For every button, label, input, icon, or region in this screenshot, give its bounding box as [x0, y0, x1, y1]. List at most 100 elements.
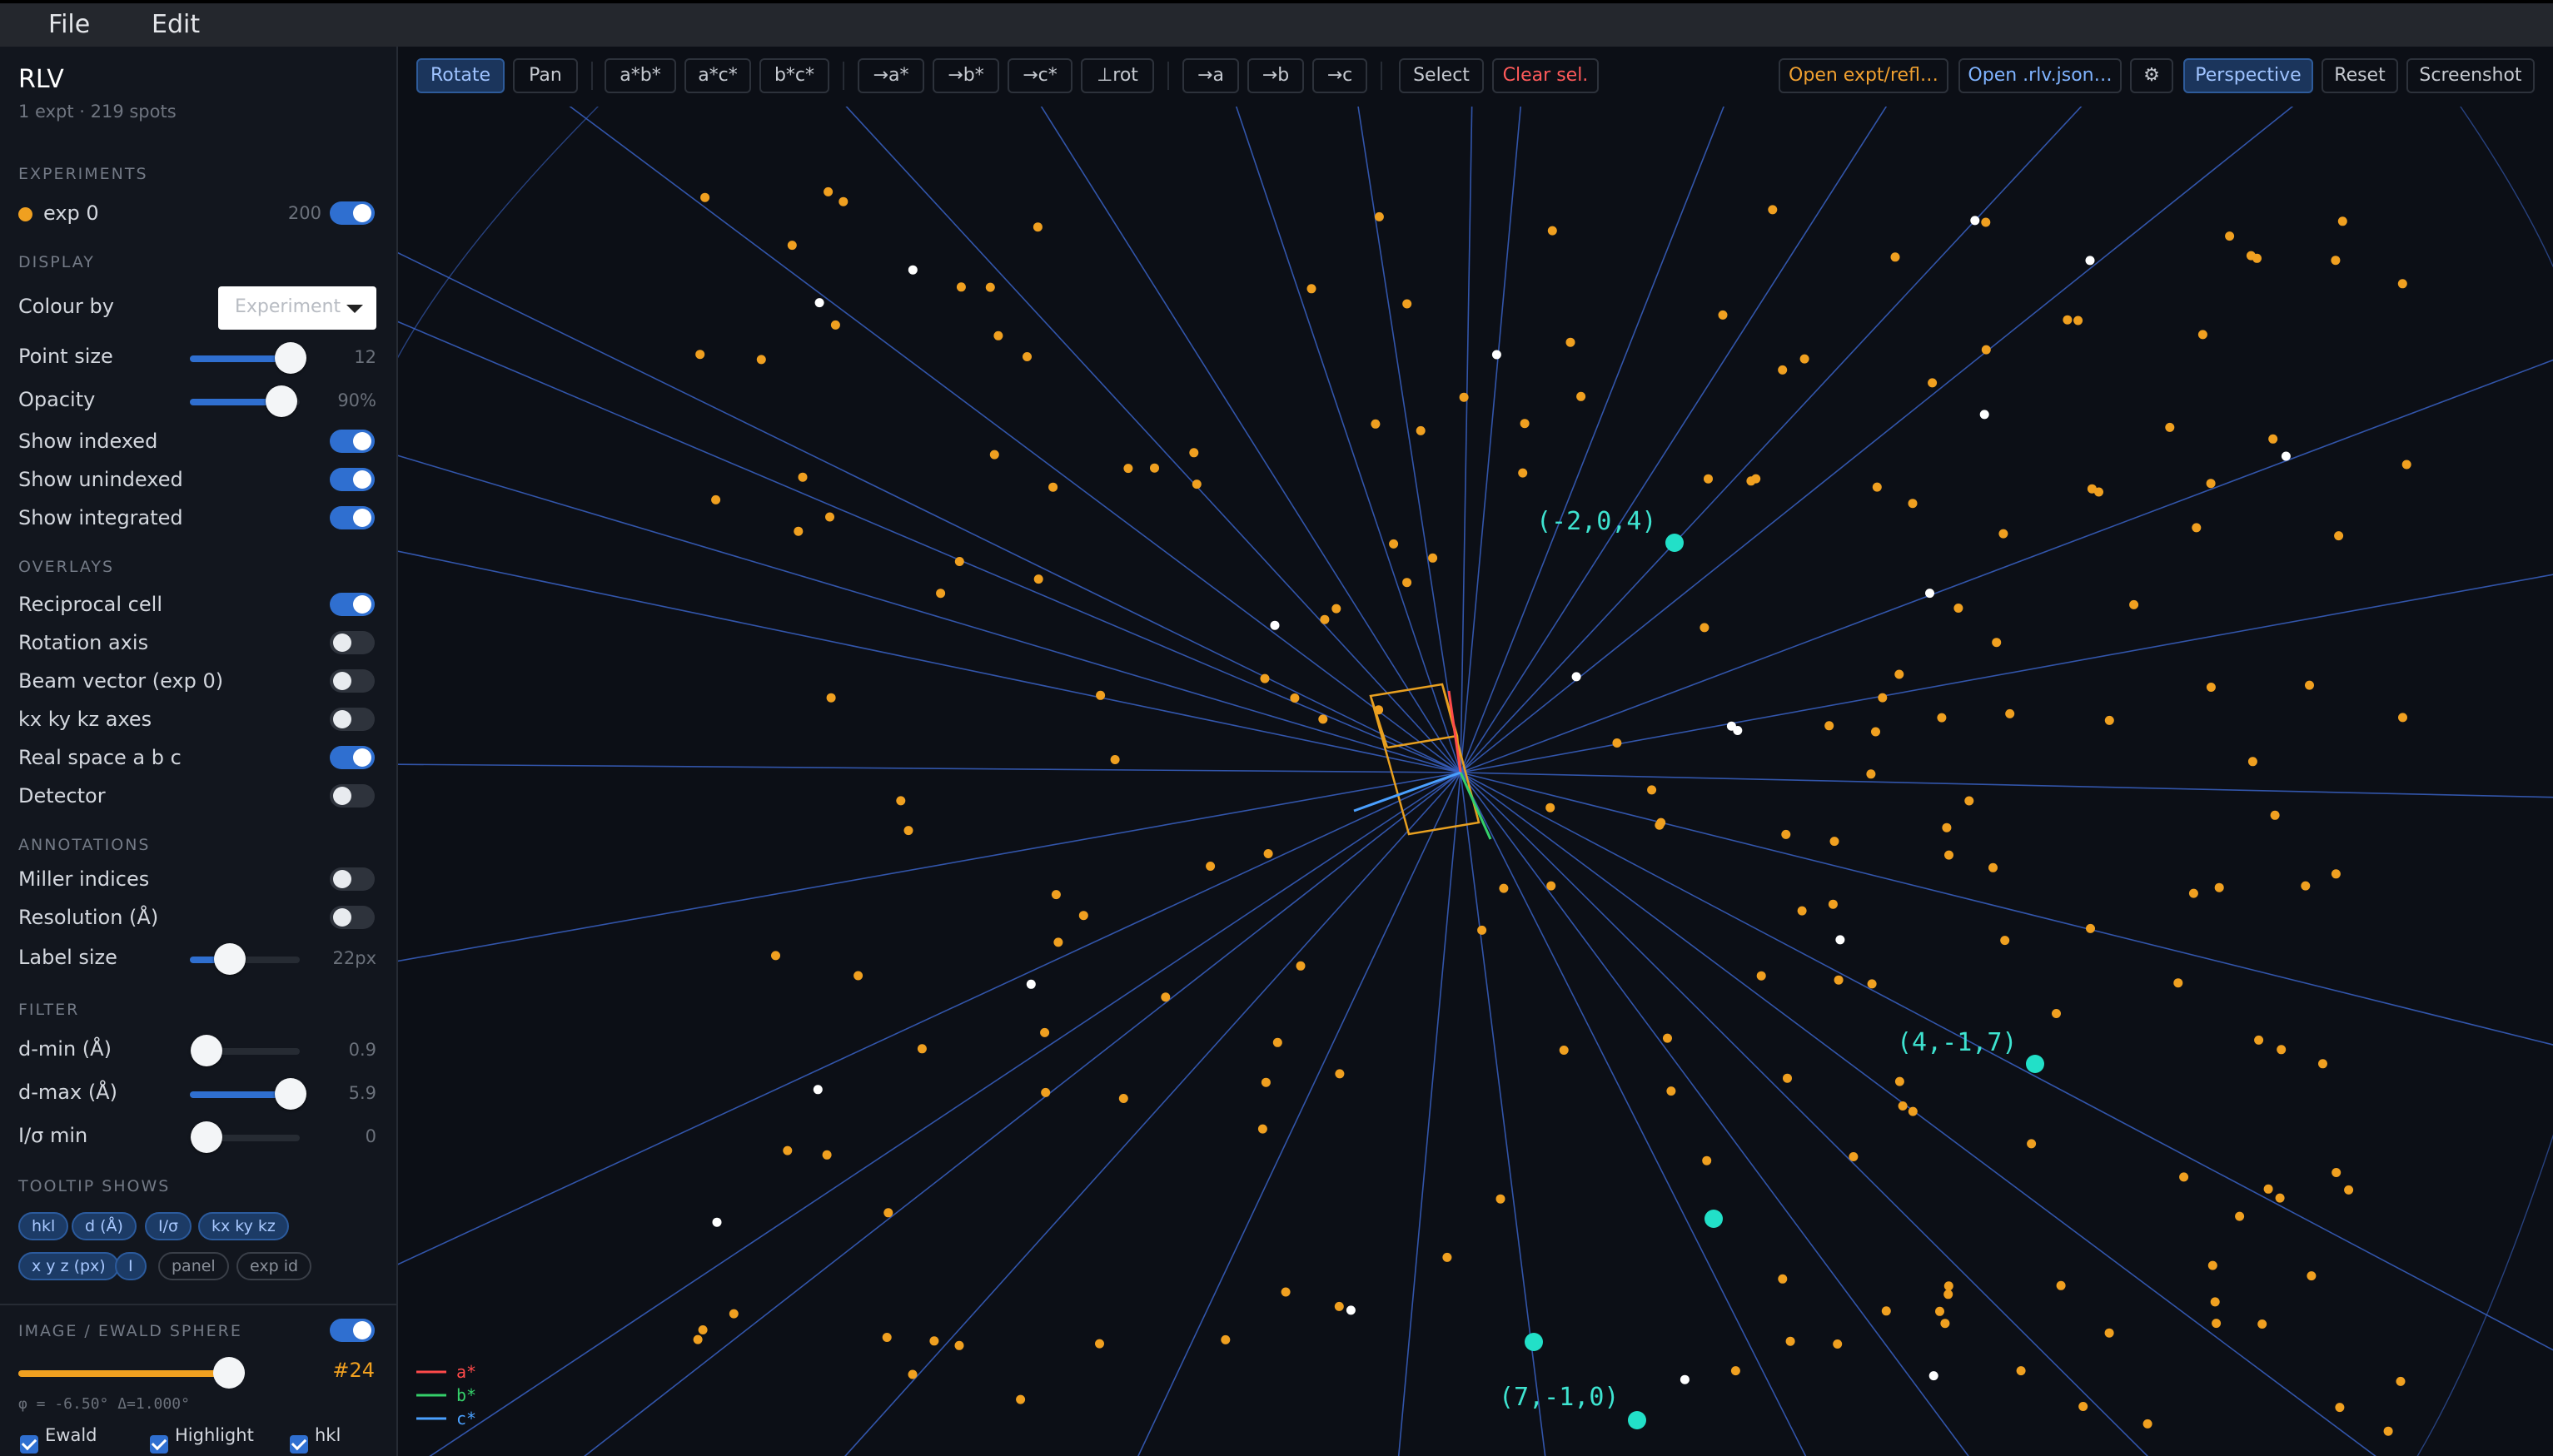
indexed-spot [1335, 1069, 1345, 1079]
detector-toggle[interactable] [330, 784, 375, 808]
slider-thumb[interactable] [191, 1035, 222, 1066]
view-bc-star-button[interactable]: b*c* [759, 58, 829, 93]
indexed-spot [2275, 1193, 2285, 1203]
reciprocal-lattice-viewport[interactable]: (-2,0,4) (4,-1,7) (7,-1,0) a* b* c* [398, 107, 2553, 1456]
reset-button[interactable]: Reset [2322, 58, 2398, 93]
d-min-value: 0.9 [348, 1040, 376, 1060]
colour-by-select[interactable]: Experiment [218, 286, 376, 330]
along-b-star-button[interactable]: →b* [933, 58, 999, 93]
show-unindexed-toggle[interactable] [330, 468, 375, 491]
indexed-spot [989, 450, 999, 460]
miller-indices-toggle[interactable] [330, 867, 375, 891]
lattice-ray [845, 107, 1461, 773]
highlight-checkbox[interactable] [150, 1435, 168, 1454]
tooltip-chip-exp-id[interactable]: exp id [236, 1252, 312, 1280]
slider-thumb[interactable] [266, 385, 297, 417]
indexed-spot [1756, 971, 1766, 981]
screenshot-button[interactable]: Screenshot [2406, 58, 2535, 93]
slider-thumb[interactable] [275, 1078, 306, 1110]
tooltip-chip-hkl[interactable]: hkl [18, 1212, 69, 1240]
open-rlv-json-button[interactable]: Open .rlv.json… [1958, 58, 2122, 93]
image-slider[interactable] [18, 1357, 245, 1389]
indexed-spot [2305, 680, 2314, 690]
settings-button[interactable]: ⚙ [2130, 58, 2173, 93]
resolution-toggle[interactable] [330, 906, 375, 929]
indexed-spot [771, 951, 780, 961]
along-a-star-button[interactable]: →a* [858, 58, 924, 93]
along-c-star-button[interactable]: →c* [1008, 58, 1072, 93]
indexed-spot [1778, 1274, 1788, 1284]
indexed-spot [1663, 1033, 1672, 1043]
opacity-slider[interactable] [190, 385, 300, 417]
hkl-checkbox[interactable] [290, 1435, 308, 1454]
ewald-arcs [398, 107, 2553, 1456]
menu-file[interactable]: File [48, 10, 90, 39]
lattice-ray [1460, 574, 2553, 773]
indexed-spot [2301, 881, 2311, 891]
indexed-spot [2063, 315, 2073, 325]
ewald-checkbox[interactable] [20, 1435, 38, 1454]
tooltip-chip-intensity[interactable]: I [115, 1252, 147, 1280]
i-sigma-min-slider[interactable] [190, 1121, 300, 1153]
slider-thumb[interactable] [191, 1121, 222, 1153]
show-integrated-toggle[interactable] [330, 506, 375, 529]
along-c-button[interactable]: →c [1312, 58, 1367, 93]
image-ewald-toggle[interactable] [330, 1319, 375, 1342]
indexed-spot [1371, 419, 1381, 429]
indexed-spot [830, 320, 840, 330]
unindexed-spot [1925, 589, 1934, 599]
indexed-spot [1781, 829, 1791, 839]
unindexed-spot [1680, 1374, 1690, 1384]
rotation-axis-toggle[interactable] [330, 631, 375, 654]
tooltip-chip-kxkykz[interactable]: kx ky kz [198, 1212, 289, 1240]
slider-thumb[interactable] [214, 943, 246, 975]
unindexed-spot [814, 298, 824, 308]
perspective-button[interactable]: Perspective [2183, 58, 2313, 93]
reciprocal-cell-toggle[interactable] [330, 593, 375, 616]
perp-rot-button[interactable]: ⊥rot [1081, 58, 1154, 93]
open-expt-refl-button[interactable]: Open expt/refl… [1779, 58, 1948, 93]
indexed-spot [1894, 669, 1904, 679]
slider-thumb[interactable] [213, 1357, 245, 1389]
highlighted-spots [1525, 534, 2044, 1429]
select-button[interactable]: Select [1399, 58, 1484, 93]
d-min-slider[interactable] [190, 1035, 300, 1066]
indexed-spot [1078, 911, 1088, 921]
indexed-spot [903, 826, 913, 836]
lattice-ray [398, 251, 1461, 773]
tooltip-chip-xyz[interactable]: x y z (px) [18, 1252, 119, 1280]
label-size-slider[interactable] [190, 943, 300, 975]
indexed-spot [2179, 1172, 2189, 1182]
kxkykz-axes-toggle[interactable] [330, 708, 375, 731]
indexed-spot [2027, 1139, 2037, 1149]
unindexed-spot [1970, 216, 1980, 226]
along-b-button[interactable]: →b [1247, 58, 1304, 93]
slider-thumb[interactable] [275, 342, 306, 374]
i-sigma-min-value: 0 [365, 1126, 376, 1146]
indexed-spot [1428, 553, 1438, 563]
view-ab-star-button[interactable]: a*b* [605, 58, 676, 93]
clear-selection-button[interactable]: Clear sel. [1492, 58, 1599, 93]
tooltip-chip-d[interactable]: d (Å) [72, 1212, 137, 1240]
d-max-slider[interactable] [190, 1078, 306, 1110]
real-space-label: Real space a b c [18, 746, 182, 769]
lattice-canvas[interactable]: (-2,0,4) (4,-1,7) (7,-1,0) a* b* c* [398, 107, 2553, 1456]
tooltip-chip-i-sigma[interactable]: I/σ [145, 1212, 192, 1240]
indexed-spot [1872, 482, 1882, 492]
tooltip-chip-panel[interactable]: panel [158, 1252, 229, 1280]
beam-vector-toggle[interactable] [330, 669, 375, 693]
view-ac-star-button[interactable]: a*c* [684, 58, 751, 93]
real-space-toggle[interactable] [330, 746, 375, 769]
lattice-ray [1460, 107, 1473, 773]
indexed-spot [2335, 1403, 2345, 1413]
along-a-button[interactable]: →a [1182, 58, 1239, 93]
point-size-slider[interactable] [190, 342, 306, 374]
lattice-ray [569, 107, 1461, 773]
show-indexed-toggle[interactable] [330, 430, 375, 453]
rotate-button[interactable]: Rotate [416, 58, 505, 93]
menu-edit[interactable]: Edit [152, 10, 200, 39]
pan-button[interactable]: Pan [513, 58, 578, 93]
lattice-ray [1460, 772, 2553, 798]
experiment-toggle[interactable] [330, 201, 375, 225]
indexed-spot [1898, 1101, 1908, 1111]
